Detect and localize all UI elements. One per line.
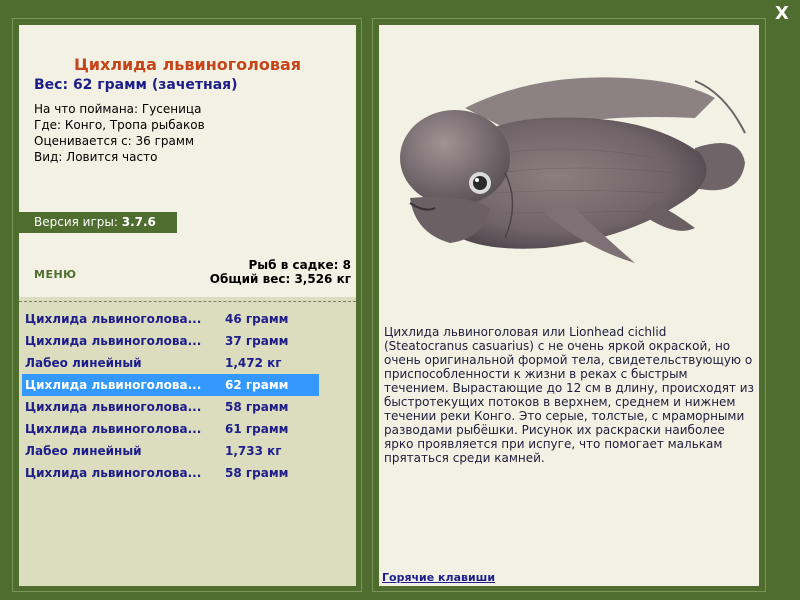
game-window: X Цихлида львиноголовая Вес: 62 грамм (з… — [0, 0, 800, 600]
fish-weight: Вес: 62 грамм (зачетная) — [34, 77, 238, 93]
list-item[interactable]: Цихлида львиноголова... 37 грамм — [22, 330, 319, 352]
fish-info-box: Цихлида львиноголовая Вес: 62 грамм (зач… — [19, 25, 356, 297]
catch-panel: Цихлида львиноголовая Вес: 62 грамм (зач… — [12, 18, 362, 592]
list-item-weight: 61 грамм — [225, 422, 289, 436]
list-item-weight: 58 грамм — [225, 400, 289, 414]
fish-image — [400, 77, 746, 263]
list-item[interactable]: Лабео линейный 1,733 кг — [22, 440, 319, 462]
version-value: 3.7.6 — [121, 215, 156, 229]
list-item[interactable]: Цихлида львиноголова... 46 грамм — [22, 308, 319, 330]
list-item-weight: 58 грамм — [225, 466, 289, 480]
hotkeys-link[interactable]: Горячие клавиши — [382, 571, 495, 584]
fish-location: Где: Конго, Тропа рыбаков — [34, 118, 205, 132]
list-item[interactable]: Цихлида львиноголова... 58 грамм — [22, 396, 319, 418]
list-item[interactable]: Лабео линейный 1,472 кг — [22, 352, 319, 374]
list-item-weight: 46 грамм — [225, 312, 289, 326]
list-item-name: Цихлида львиноголова... — [25, 378, 202, 392]
list-item-weight: 62 грамм — [225, 378, 289, 392]
list-item-name: Цихлида львиноголова... — [25, 312, 202, 326]
menu-button[interactable]: МЕНЮ — [34, 268, 77, 281]
version-label: Версия игры: — [34, 215, 118, 229]
fish-detail-inner: Цихлида львиноголовая или Lionhead cichl… — [379, 25, 759, 586]
fish-count: Рыб в садке: 8 — [248, 258, 352, 272]
list-item-name: Цихлида львиноголова... — [25, 400, 202, 414]
fish-frequency: Вид: Ловится часто — [34, 150, 158, 164]
list-item[interactable]: Цихлида львиноголова... 58 грамм — [22, 462, 319, 484]
catch-panel-inner: Цихлида львиноголовая Вес: 62 грамм (зач… — [19, 25, 356, 586]
cage-stats: Рыб в садке: 8 Общий вес: 3,526 кг — [210, 258, 351, 286]
catch-list: Цихлида львиноголова... 46 грамм Цихлида… — [22, 308, 322, 484]
list-item-selected[interactable]: Цихлида львиноголова... 62 грамм — [22, 374, 319, 396]
list-item-weight: 37 грамм — [225, 334, 289, 348]
list-item-weight: 1,472 кг — [225, 356, 282, 370]
fish-title: Цихлида львиноголовая — [73, 55, 302, 74]
fish-rated-from: Оценивается с: 36 грамм — [34, 134, 194, 148]
list-item[interactable]: Цихлида львиноголова... 61 грамм — [22, 418, 319, 440]
list-item-name: Лабео линейный — [25, 444, 142, 458]
divider — [19, 301, 356, 302]
fish-bait: На что поймана: Гусеница — [34, 102, 202, 116]
fish-description: Цихлида львиноголовая или Lionhead cichl… — [384, 325, 754, 465]
version-bar: Версия игры: 3.7.6 — [19, 212, 177, 233]
fish-detail-panel: Цихлида львиноголовая или Lionhead cichl… — [372, 18, 766, 592]
list-item-name: Цихлида львиноголова... — [25, 466, 202, 480]
total-weight: Общий вес: 3,526 кг — [209, 272, 351, 286]
list-item-name: Лабео линейный — [25, 356, 142, 370]
list-item-name: Цихлида львиноголова... — [25, 422, 202, 436]
list-item-name: Цихлида львиноголова... — [25, 334, 202, 348]
list-item-weight: 1,733 кг — [225, 444, 282, 458]
close-icon[interactable]: X — [772, 4, 792, 24]
